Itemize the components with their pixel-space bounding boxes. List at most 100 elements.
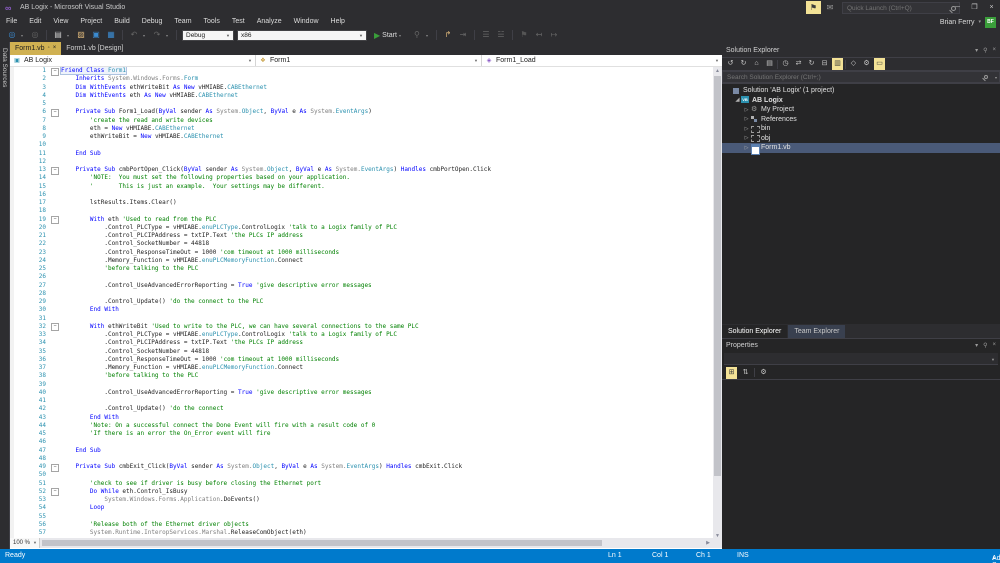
minimize-button[interactable]: ─ xyxy=(951,1,964,14)
menu-help[interactable]: Help xyxy=(325,16,351,28)
code-line[interactable]: 16 xyxy=(10,191,713,199)
code-line[interactable]: 20 .Control_PLCType = vHMIABE.enuPLCType… xyxy=(10,224,713,232)
code-line[interactable]: 12 xyxy=(10,158,713,166)
code-line[interactable]: 31 xyxy=(10,315,713,323)
code-line[interactable]: 10 xyxy=(10,141,713,149)
quick-launch-box[interactable] xyxy=(842,2,960,14)
code-line[interactable]: 13 Private Sub cmbPortOpen_Click(ByVal s… xyxy=(10,166,713,175)
tree-item-my-project[interactable]: ▷ My Project xyxy=(722,105,1000,115)
editor-zoom-combo[interactable]: 100 % ▼ xyxy=(10,538,40,548)
menu-build[interactable]: Build xyxy=(108,16,136,28)
tree-item-form1-vb[interactable]: ▷ Form1.vb xyxy=(722,143,1000,155)
code-line[interactable]: 9 ethWriteBit = New vHMIABE.CABEthernet xyxy=(10,133,713,141)
previous-bookmark-icon[interactable]: ↤ xyxy=(533,29,545,41)
back-icon[interactable]: ↺ xyxy=(725,58,736,70)
undo-icon[interactable]: ↶ xyxy=(128,29,140,41)
fold-collapse-icon[interactable] xyxy=(50,488,61,497)
code-line[interactable]: 56 'Release both of the Ethernet driver … xyxy=(10,521,713,529)
code-line[interactable]: 37 .Memory_Function = vHMIABE.enuPLCMemo… xyxy=(10,364,713,372)
code-line[interactable]: 33 .Control_PLCType = vHMIABE.enuPLCType… xyxy=(10,331,713,339)
code-line[interactable]: 48 xyxy=(10,455,713,463)
menu-project[interactable]: Project xyxy=(74,16,108,28)
home-icon[interactable]: ⌂ xyxy=(751,58,762,70)
fold-collapse-icon[interactable] xyxy=(50,166,61,175)
expand-arrow-icon[interactable]: ▷ xyxy=(743,145,750,151)
code-line[interactable]: 32 With ethWriteBit 'Used to write to th… xyxy=(10,323,713,332)
open-file-icon[interactable]: ▨ xyxy=(75,29,87,41)
code-line[interactable]: 26 xyxy=(10,273,713,281)
scrollbar-thumb[interactable] xyxy=(714,76,721,476)
panel-tab-solution-explorer[interactable]: Solution Explorer xyxy=(722,325,788,338)
code-line[interactable]: 38 'before talking to the PLC xyxy=(10,372,713,380)
pending-changes-filter-icon[interactable]: ◷ xyxy=(780,58,791,70)
scroll-right-icon[interactable]: ▶ xyxy=(706,540,710,546)
expand-arrow-icon[interactable]: ◢ xyxy=(734,97,741,103)
code-line[interactable]: 44 'Note: On a successful connect the Do… xyxy=(10,422,713,430)
redo-icon[interactable]: ↷ xyxy=(151,29,163,41)
code-line[interactable]: 52 Do While eth.Control_IsBusy xyxy=(10,488,713,497)
show-all-files-icon[interactable]: ▥ xyxy=(832,58,843,70)
code-line[interactable]: 1 Friend Class Form1 xyxy=(10,67,713,76)
code-line[interactable]: 46 xyxy=(10,438,713,446)
fold-collapse-icon[interactable] xyxy=(50,463,61,472)
code-line[interactable]: 23 .Control_ResponseTimeOut = 1000 'com … xyxy=(10,249,713,257)
method-dropdown[interactable]: ◈ Form1_Load ▼ xyxy=(482,55,722,66)
save-all-icon[interactable]: ▦ xyxy=(105,29,117,41)
close-tab-icon[interactable]: × xyxy=(53,42,57,55)
alphabetical-icon[interactable]: ⇅ xyxy=(740,367,751,379)
fold-collapse-icon[interactable] xyxy=(50,67,61,76)
code-line[interactable]: 45 'If there is an error the On_Error ev… xyxy=(10,430,713,438)
pin-icon[interactable]: ⚲ xyxy=(983,47,987,54)
chevron-down-icon[interactable]: ▾ xyxy=(21,33,26,38)
code-line[interactable]: 27 .Control_UseAdvancedErrorReporting = … xyxy=(10,282,713,290)
properties-object-combo[interactable]: ▼ xyxy=(724,353,998,365)
code-line[interactable]: 47 End Sub xyxy=(10,447,713,455)
code-line[interactable]: 24 .Memory_Function = vHMIABE.enuPLCMemo… xyxy=(10,257,713,265)
menu-file[interactable]: File xyxy=(0,16,23,28)
code-line[interactable]: 5 xyxy=(10,100,713,108)
solution-platform-combo[interactable]: x86 ▼ xyxy=(237,29,367,41)
start-debug-button[interactable]: ▶ Start ▾ xyxy=(370,29,408,41)
chevron-down-icon[interactable]: ▾ xyxy=(995,75,997,80)
tree-item-ab-logix[interactable]: ◢ AB Logix xyxy=(722,96,1000,106)
feedback-icon[interactable]: ✉ xyxy=(824,2,836,13)
code-line[interactable]: 3 Dim WithEvents ethWriteBit As New vHMI… xyxy=(10,84,713,92)
menu-edit[interactable]: Edit xyxy=(23,16,47,28)
class-dropdown[interactable]: ❖ Form1 ▼ xyxy=(256,55,482,66)
expand-arrow-icon[interactable]: ▷ xyxy=(743,126,750,132)
chevron-down-icon[interactable]: ▾ xyxy=(67,33,72,38)
step-over-icon[interactable]: ↱ xyxy=(442,29,454,41)
code-line[interactable]: 50 xyxy=(10,471,713,479)
solution-search-input[interactable] xyxy=(722,71,1000,83)
code-line[interactable]: 14 'NOTE: You must set the following pro… xyxy=(10,174,713,182)
preview-selected-items-icon[interactable]: ▭ xyxy=(874,58,885,70)
code-line[interactable]: 29 .Control_Update() 'do the connect to … xyxy=(10,298,713,306)
solution-configuration-combo[interactable]: Debug ▼ xyxy=(182,29,234,41)
project-dropdown[interactable]: ▣ AB Logix ▼ xyxy=(10,55,256,66)
next-bookmark-icon[interactable]: ↦ xyxy=(548,29,560,41)
code-line[interactable]: 43 End With xyxy=(10,414,713,422)
code-line[interactable]: 18 xyxy=(10,207,713,215)
quick-launch-input[interactable] xyxy=(843,3,959,13)
code-line[interactable]: 39 xyxy=(10,381,713,389)
sync-with-active-document-icon[interactable]: ⇄ xyxy=(793,58,804,70)
code-line[interactable]: 34 .Control_PLCIPAddress = txtIP.Text 't… xyxy=(10,339,713,347)
window-menu-icon[interactable]: ▾ xyxy=(975,342,978,349)
collapse-all-icon[interactable]: ⊟ xyxy=(819,58,830,70)
user-area[interactable]: Brian Ferry ▾ BF xyxy=(940,16,996,28)
scroll-up-icon[interactable]: ▲ xyxy=(713,67,722,75)
horizontal-scrollbar[interactable] xyxy=(42,540,602,546)
code-line[interactable]: 2 Inherits System.Windows.Forms.Form xyxy=(10,75,713,83)
code-line[interactable]: 40 .Control_UseAdvancedErrorReporting = … xyxy=(10,389,713,397)
expand-arrow-icon[interactable]: ▷ xyxy=(743,135,750,141)
code-editor[interactable]: 1Friend Class Form12 Inherits System.Win… xyxy=(10,67,713,540)
menu-view[interactable]: View xyxy=(47,16,74,28)
code-line[interactable]: 17 lstResults.Items.Clear() xyxy=(10,199,713,207)
refresh-icon[interactable]: ↻ xyxy=(806,58,817,70)
panel-tab-team-explorer[interactable]: Team Explorer xyxy=(788,325,846,338)
menu-tools[interactable]: Tools xyxy=(198,16,226,28)
code-line[interactable]: 15 ' This is just an example. Your setti… xyxy=(10,183,713,191)
solution-explorer-search[interactable]: ▾ xyxy=(722,71,1000,84)
tree-item-solution-ab-logix-1-project-[interactable]: Solution 'AB Logix' (1 project) xyxy=(722,86,1000,96)
pin-icon[interactable]: ⚲ xyxy=(983,342,987,349)
